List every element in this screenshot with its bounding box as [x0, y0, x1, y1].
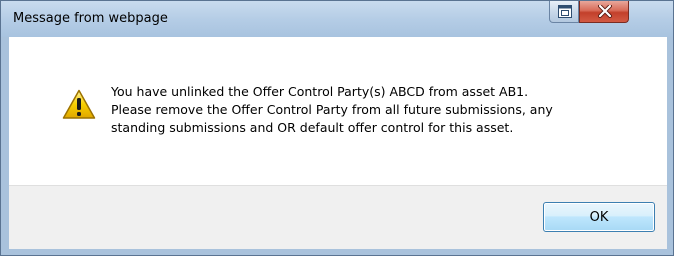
close-button[interactable]: [579, 1, 629, 23]
restore-icon: [558, 5, 572, 18]
message-line: You have unlinked the Offer Control Part…: [111, 84, 529, 99]
button-bar: OK: [9, 185, 667, 249]
dialog-window: Message from webpage You have unlinked t…: [0, 0, 674, 256]
window-title: Message from webpage: [13, 11, 168, 26]
message-line: standing submissions and OR default offe…: [111, 120, 514, 135]
dialog-content: You have unlinked the Offer Control Part…: [9, 37, 667, 185]
restore-button[interactable]: [549, 1, 579, 23]
close-icon: [598, 5, 612, 18]
warning-icon: [62, 89, 96, 119]
message-text: You have unlinked the Offer Control Part…: [111, 83, 656, 137]
message-line: Please remove the Offer Control Party fr…: [111, 102, 553, 117]
title-bar[interactable]: Message from webpage: [1, 1, 673, 37]
ok-button[interactable]: OK: [543, 202, 655, 232]
